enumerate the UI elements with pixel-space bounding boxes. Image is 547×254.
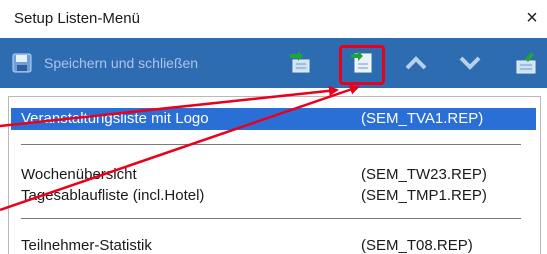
edit-icon (513, 51, 539, 75)
move-up-icon (404, 53, 428, 73)
list-item[interactable]: Wochenübersicht (SEM_TW23.REP) (11, 164, 536, 186)
report-name: Teilnehmer-Statistik (21, 237, 152, 254)
list-item[interactable]: Teilnehmer-Statistik (SEM_T08.REP) (11, 235, 536, 254)
insert-above-icon (287, 51, 313, 75)
save-and-close-label: Speichern und schließen (44, 55, 199, 71)
move-down-button[interactable] (452, 47, 488, 79)
report-file: (SEM_TW23.REP) (361, 166, 487, 183)
list-separator (21, 144, 521, 145)
report-list: Veranstaltungsliste mit Logo (SEM_TVA1.R… (8, 96, 541, 254)
report-file: (SEM_T08.REP) (361, 237, 473, 254)
close-button[interactable]: × (520, 6, 544, 30)
report-file: (SEM_TMP1.REP) (361, 187, 487, 204)
list-item[interactable]: Tagesablaufliste (incl.Hotel) (SEM_TMP1.… (11, 185, 536, 207)
window-title: Setup Listen-Menü (14, 10, 140, 27)
move-down-icon (458, 53, 482, 73)
list-item[interactable]: Veranstaltungsliste mit Logo (SEM_TVA1.R… (11, 108, 536, 130)
edit-button[interactable] (508, 47, 544, 79)
report-name: Tagesablaufliste (incl.Hotel) (21, 187, 205, 204)
toolbar: Speichern und schließen (0, 38, 547, 88)
save-and-close-button[interactable]: Speichern und schließen (8, 47, 248, 79)
move-up-button[interactable] (398, 47, 434, 79)
floppy-disk-icon (12, 53, 32, 73)
report-name: Wochenübersicht (21, 166, 137, 183)
list-separator (21, 218, 521, 219)
insert-above-button[interactable] (282, 47, 318, 79)
annotation-highlight-box (339, 45, 385, 85)
title-bar: Setup Listen-Menü × (0, 0, 547, 38)
report-file: (SEM_TVA1.REP) (361, 110, 484, 127)
report-name: Veranstaltungsliste mit Logo (21, 110, 209, 127)
